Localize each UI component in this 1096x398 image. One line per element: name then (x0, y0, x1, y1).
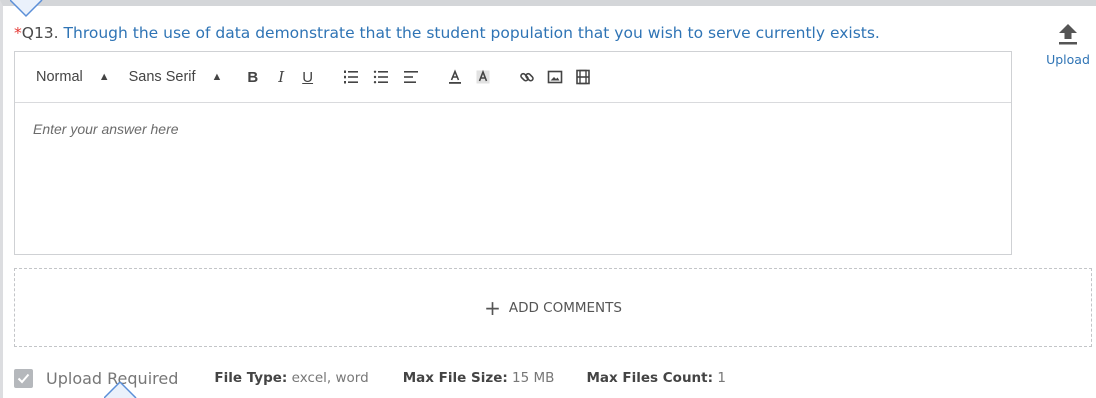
max-file-size-label: Max File Size: (402, 370, 508, 386)
file-type-value: excel, word (291, 370, 369, 386)
select-arrows-icon: ▲ (98, 71, 110, 83)
max-files-count-label: Max Files Count: (586, 370, 714, 386)
upload-label: Upload (1046, 52, 1090, 67)
ordered-list-icon (344, 70, 359, 84)
add-comments-button[interactable]: + ADD COMMENTS (14, 268, 1092, 347)
checkmark-icon (17, 373, 30, 383)
image-button[interactable] (547, 67, 563, 87)
max-files-count-info: Max Files Count: 1 (586, 370, 725, 386)
format-select[interactable]: Normal ▲ (36, 69, 110, 85)
required-marker: * (14, 24, 22, 42)
upload-arrow-icon (1059, 24, 1077, 45)
link-button[interactable] (519, 67, 535, 87)
align-icon (404, 71, 419, 83)
ordered-list-button[interactable] (343, 67, 359, 87)
upload-button[interactable]: Upload (1040, 22, 1096, 67)
upload-required-checkbox[interactable] (14, 368, 33, 388)
bold-button[interactable]: B (247, 67, 258, 87)
video-icon (576, 69, 590, 85)
question-heading: *Q13. Through the use of data demonstrat… (14, 22, 880, 44)
bullet-list-button[interactable] (373, 67, 389, 87)
callout-pointer-bottom (104, 382, 144, 398)
video-button[interactable] (575, 67, 591, 87)
editor-toolbar: Normal ▲ Sans Serif ▲ B I U (15, 52, 1011, 103)
background-color-button[interactable] (475, 67, 491, 87)
plus-icon: + (484, 295, 501, 320)
file-type-label: File Type: (214, 370, 288, 386)
rich-text-editor: Normal ▲ Sans Serif ▲ B I U Enter your a… (14, 51, 1012, 255)
answer-placeholder: Enter your answer here (33, 121, 179, 137)
max-file-size-info: Max File Size: 15 MB (403, 370, 555, 386)
question-number: Q13. (21, 24, 59, 42)
bullet-list-icon (373, 70, 389, 84)
question-text: Through the use of data demonstrate that… (63, 24, 880, 42)
text-color-button[interactable] (447, 67, 463, 87)
format-select-value: Normal (36, 69, 83, 85)
italic-button[interactable]: I (278, 67, 284, 87)
underline-button[interactable]: U (302, 67, 313, 87)
link-icon (520, 72, 534, 82)
image-icon (547, 70, 563, 84)
background-color-icon (476, 69, 490, 84)
answer-textarea[interactable]: Enter your answer here (15, 103, 1011, 254)
font-select[interactable]: Sans Serif ▲ (128, 69, 223, 85)
max-file-size-value: 15 MB (512, 370, 555, 386)
file-type-info: File Type: excel, word (214, 370, 368, 386)
max-files-count-value: 1 (717, 370, 726, 386)
text-color-icon (449, 69, 462, 84)
align-button[interactable] (403, 67, 419, 87)
add-comments-label: ADD COMMENTS (508, 299, 622, 316)
font-select-value: Sans Serif (128, 69, 196, 85)
select-arrows-icon: ▲ (211, 71, 223, 83)
